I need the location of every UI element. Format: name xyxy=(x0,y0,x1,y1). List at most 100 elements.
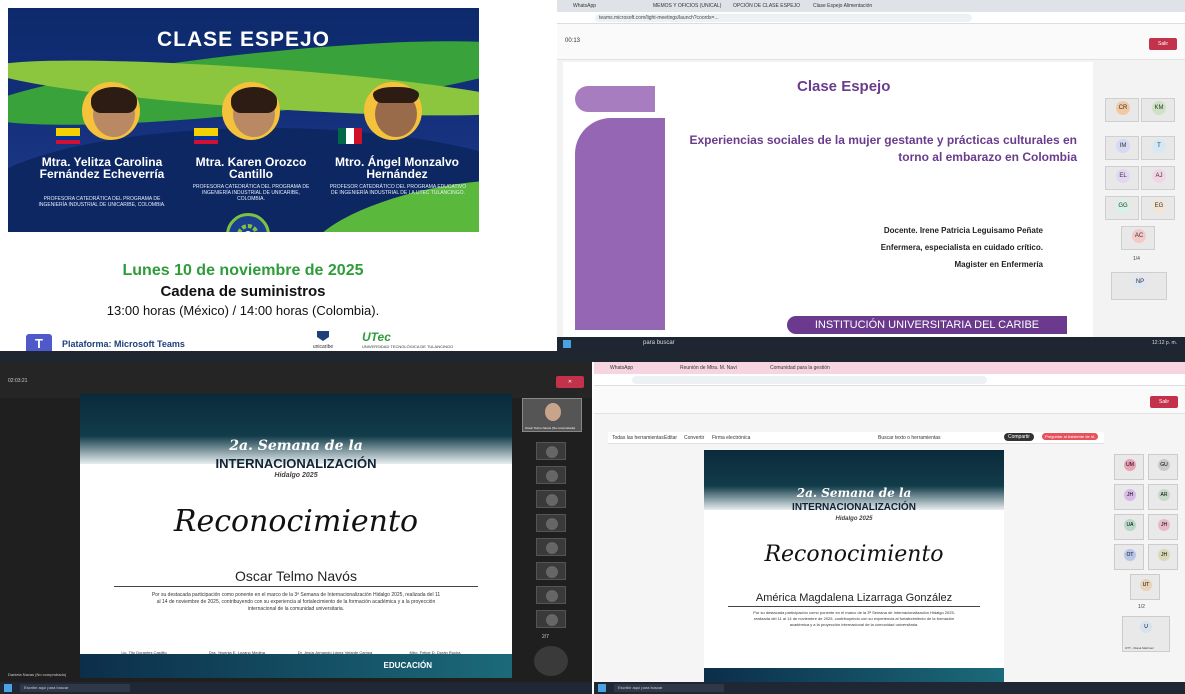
taskbar-search[interactable]: Escribe aquí para buscar xyxy=(20,684,130,692)
windows-taskbar: Escribir aquí para buscar xyxy=(594,682,1185,694)
tab-reunion[interactable]: Reunión de Mtra. M. Navi xyxy=(680,365,737,371)
participant-tile[interactable]: AJ xyxy=(1141,166,1175,190)
participant-tile[interactable]: CR xyxy=(1105,98,1139,122)
flyer-banner: CLASE ESPEJO Mtra. Yelitza Carolina Fern… xyxy=(8,8,479,232)
tab-whatsapp[interactable]: WhatsApp xyxy=(610,365,633,371)
cert-body: Por su destacada participación como pone… xyxy=(151,592,441,612)
participant-tile[interactable]: EL xyxy=(1105,166,1139,190)
tab-comunidad[interactable]: Comunidad para la gestión xyxy=(770,365,830,371)
participant-tile[interactable]: JH xyxy=(1148,544,1178,570)
windows-start-icon[interactable] xyxy=(598,684,606,692)
gallery-pagination[interactable]: 2/7 xyxy=(542,634,549,640)
event-date: Lunes 10 de noviembre de 2025 xyxy=(122,262,364,279)
unicaribe-logo: unicaribe xyxy=(306,330,340,351)
presenter-name: Daniela Navas (No comprobado) xyxy=(8,672,67,677)
teacher-name: Docente. Irene Patricia Leguisamo Peñate xyxy=(883,226,1043,235)
event-hours: 13:00 horas (México) / 14:00 horas (Colo… xyxy=(106,303,380,318)
participant-tile[interactable] xyxy=(536,586,566,604)
tab-opcion[interactable]: OPCIÓN DE CLASE ESPEJO xyxy=(733,3,800,9)
taskbar-search[interactable]: Escribir aquí para buscar xyxy=(614,684,724,692)
participant-tile[interactable]: NP xyxy=(1111,272,1167,300)
teams-meeting-window: WhatsApp MEMOS Y OFICIOS (UNICAL) OPCIÓN… xyxy=(557,0,1185,351)
url-field[interactable] xyxy=(632,376,987,384)
educacion-logo: EDUCACIÓN xyxy=(383,661,432,670)
taskbar-search[interactable]: para buscar xyxy=(643,340,675,346)
colombia-flag-icon xyxy=(56,128,80,144)
cert-event-a: 2a. Semana de la xyxy=(796,486,912,500)
participant-tile[interactable]: KM xyxy=(1141,98,1175,122)
screen-divider xyxy=(0,351,1185,362)
leave-button[interactable]: Salir xyxy=(1150,396,1178,408)
certificate: 2a. Semana de la INTERNACIONALIZACIÓN Hi… xyxy=(704,450,1004,686)
windows-start-icon[interactable] xyxy=(563,340,571,348)
participant-tile[interactable] xyxy=(536,562,566,580)
participant-tile[interactable] xyxy=(536,514,566,532)
browser-tabs: WhatsApp Reunión de Mtra. M. Navi Comuni… xyxy=(594,362,1185,374)
participant-tile[interactable]: AR xyxy=(1148,484,1178,510)
clase-espejo-flyer: CLASE ESPEJO Mtra. Yelitza Carolina Fern… xyxy=(0,0,486,351)
tab-whatsapp[interactable]: WhatsApp xyxy=(573,3,596,9)
participant-tile[interactable] xyxy=(536,466,566,484)
windows-taskbar: Escribe aquí para buscar xyxy=(0,682,592,694)
url-field[interactable]: teams.microsoft.com/light-meetings/launc… xyxy=(595,14,972,22)
participant-tile[interactable]: AC xyxy=(1121,226,1155,250)
mexico-flag-icon xyxy=(338,128,362,144)
leave-button[interactable]: Salir xyxy=(1149,38,1177,50)
gallery-pagination[interactable]: 1/4 xyxy=(1133,256,1140,262)
certificate-meeting-america: WhatsApp Reunión de Mtra. M. Navi Comuni… xyxy=(594,362,1185,694)
menu-esign[interactable]: Firma electrónica xyxy=(712,435,750,441)
menu-convert[interactable]: Convertir xyxy=(684,435,704,441)
self-video-tile[interactable]: U UTT - Diana Martínez xyxy=(1122,616,1170,652)
participant-tile[interactable]: UM xyxy=(1114,454,1144,480)
participant-tile[interactable] xyxy=(534,646,568,676)
slide-decoration xyxy=(575,86,655,112)
speaker-3-desc: Profesor catedrático del programa educat… xyxy=(329,184,467,196)
participant-tile[interactable] xyxy=(536,610,566,628)
participant-gallery: Oscar Telmo Navós (No comprobado) 2/7 xyxy=(522,398,584,694)
menu-all-tools[interactable]: Todas las herramientas xyxy=(612,435,664,441)
participant-tile[interactable]: JH xyxy=(1114,484,1144,510)
participant-tile[interactable]: JH xyxy=(1148,514,1178,540)
meeting-toolbar: 02:03:21 ✕ xyxy=(0,362,592,398)
taskbar-clock: 12:12 p. m. xyxy=(1151,340,1177,346)
gallery-pagination[interactable]: 1/2 xyxy=(1138,604,1145,610)
viewer-search[interactable]: Buscar texto o herramientas xyxy=(878,435,941,441)
tab-memos[interactable]: MEMOS Y OFICIOS (UNICAL) xyxy=(653,3,721,9)
cert-recipient-name: Oscar Telmo Navós xyxy=(235,568,357,584)
speaker-1-name: Mtra. Yelitza Carolina Fernández Echever… xyxy=(39,155,165,181)
cert-recipient-name: América Magdalena Lizarraga González xyxy=(755,592,953,604)
ai-assistant-button[interactable]: Preguntar al Asistente de IA xyxy=(1042,433,1098,440)
participant-gallery: CR KM IM T EL AJ GG EG AC 1/4 NP xyxy=(1105,98,1177,338)
participant-tile[interactable]: T xyxy=(1141,136,1175,160)
participant-tile[interactable]: UT xyxy=(1130,574,1160,600)
cert-body: Por su destacada participación como pone… xyxy=(753,610,955,627)
teacher-role: Enfermera, especialista en cuidado críti… xyxy=(880,243,1043,252)
share-button[interactable]: Compartir xyxy=(1004,433,1034,441)
colombia-flag-icon xyxy=(194,128,218,144)
platform-label: Plataforma: Microsoft Teams xyxy=(62,339,185,349)
participant-tile[interactable]: EG xyxy=(1141,196,1175,220)
meeting-timer: 00:13 xyxy=(565,38,581,44)
cert-event-b: INTERNACIONALIZACIÓN xyxy=(215,456,377,471)
speaker-1-desc: Profesora catedrática del programa de in… xyxy=(38,196,166,208)
event-topic: Cadena de suministros xyxy=(160,283,326,300)
address-bar: teams.microsoft.com/light-meetings/launc… xyxy=(557,12,1185,24)
participant-tile[interactable]: OT xyxy=(1114,544,1144,570)
participant-tile[interactable]: IM xyxy=(1105,136,1139,160)
participant-tile[interactable] xyxy=(536,442,566,460)
participant-tile[interactable] xyxy=(536,490,566,508)
participant-tile[interactable]: GU xyxy=(1148,454,1178,480)
menu-edit[interactable]: Editar xyxy=(664,435,677,441)
participant-tile[interactable] xyxy=(536,538,566,556)
participant-tile[interactable]: GG xyxy=(1105,196,1139,220)
windows-start-icon[interactable] xyxy=(4,684,12,692)
participant-tile[interactable]: UA xyxy=(1114,514,1144,540)
speaker-2-photo xyxy=(222,82,280,140)
speaker-2-name: Mtra. Karen Orozco Cantillo xyxy=(195,155,307,181)
leave-button[interactable]: ✕ xyxy=(556,376,584,388)
slide-logo: Clase Espejo xyxy=(797,78,891,95)
cert-event-a: 2a. Semana de la xyxy=(229,438,363,454)
self-video-tile[interactable]: Oscar Telmo Navós (No comprobado) xyxy=(522,398,582,432)
slide-decoration xyxy=(575,118,665,330)
tab-clase-espejo[interactable]: Clase Espejo Alimentación xyxy=(813,3,872,9)
